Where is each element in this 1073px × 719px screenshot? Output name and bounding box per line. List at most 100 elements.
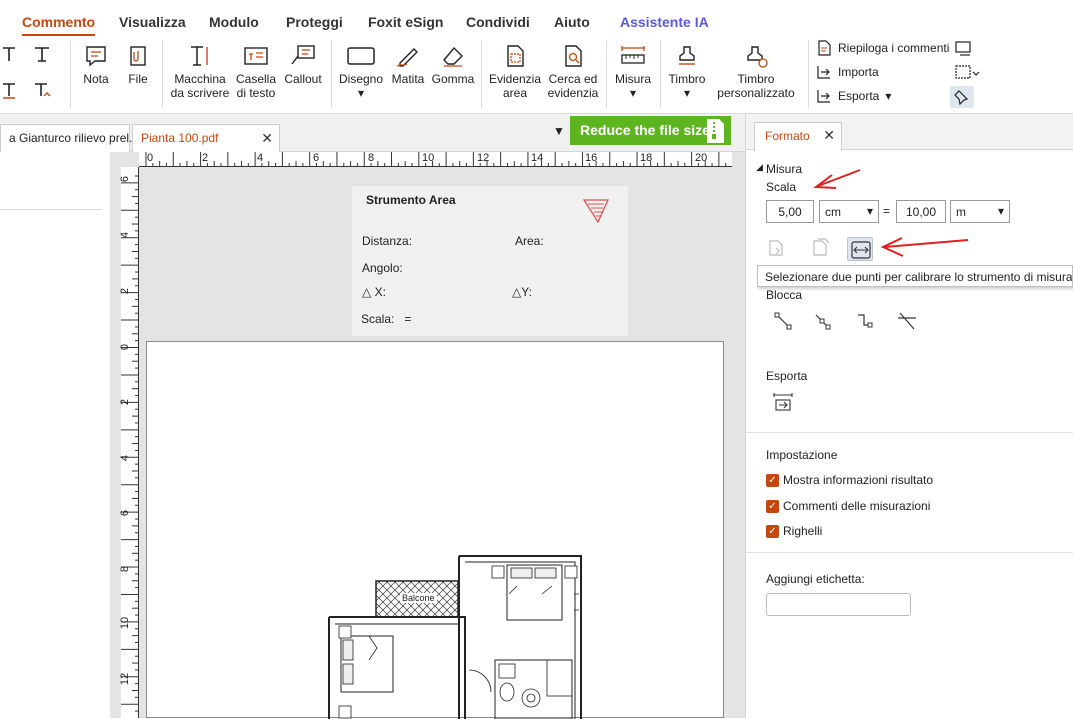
pencil-icon	[396, 48, 418, 67]
comment-panel-icon[interactable]	[954, 40, 972, 61]
pdf-page: Balcone	[146, 341, 724, 719]
callout-button[interactable]: Callout	[283, 44, 323, 86]
zip-file-icon	[707, 119, 724, 143]
tab-assistente-ia[interactable]: Assistente IA	[620, 14, 709, 30]
textbox-icon	[244, 47, 268, 65]
tabs-dropdown-icon[interactable]: ▼	[553, 124, 565, 138]
riepiloga-label: Riepiloga i commenti	[838, 41, 950, 55]
matita-button[interactable]: Matita	[390, 44, 426, 86]
comment-settings-icon[interactable]	[954, 64, 980, 85]
tab-condividi[interactable]: Condividi	[466, 14, 530, 30]
esporta-label: Esporta	[838, 89, 880, 103]
aggiungi-etichetta-label: Aggiungi etichetta:	[766, 572, 865, 586]
callout-label: Callout	[284, 72, 322, 86]
cerca-label-2: evidenzia	[547, 86, 599, 100]
gomma-label: Gomma	[431, 72, 475, 86]
tab-proteggi[interactable]: Proteggi	[286, 14, 343, 30]
scala-info-label: Scala: =	[361, 312, 412, 326]
format-panel-header: Formato ✕	[746, 114, 1073, 151]
disegno-button[interactable]: Disegno ▾	[337, 44, 385, 100]
disegno-dropdown-icon: ▾	[357, 86, 365, 100]
blocca-title: Blocca	[766, 288, 803, 302]
misura-button[interactable]: Misura ▾	[613, 44, 653, 100]
export-measure-icon[interactable]	[772, 392, 794, 415]
menu-tabs: Commento Visualizza Modulo Proteggi Foxi…	[0, 0, 1073, 36]
esporta-button[interactable]: Esporta ▾	[816, 88, 891, 104]
gomma-button[interactable]: Gomma	[432, 44, 474, 86]
timbro-pers-label-2: personalizzato	[717, 86, 795, 100]
mostra-informazioni-checkbox[interactable]: ✓ Mostra informazioni risultato	[766, 473, 934, 488]
riepiloga-commenti-button[interactable]: Riepiloga i commenti	[816, 40, 949, 56]
misura-dropdown-icon: ▾	[629, 86, 637, 100]
calibrate-scale-icon[interactable]	[847, 237, 873, 261]
cerca-ed-evidenzia-button[interactable]: Cerca ed evidenzia	[546, 44, 600, 100]
importa-label: Importa	[838, 65, 879, 79]
importa-button[interactable]: Importa	[816, 64, 879, 80]
page-scale-icon[interactable]	[766, 238, 786, 261]
ruler-tick-label: 2	[119, 398, 132, 406]
pin-icon[interactable]	[950, 86, 974, 108]
scale-left-unit-select[interactable]: cm	[819, 200, 879, 223]
commenti-misurazioni-checkbox[interactable]: ✓ Commenti delle misurazioni	[766, 499, 930, 514]
doc-tab-pianta[interactable]: Pianta 100.pdf ✕	[132, 124, 280, 152]
tab-aiuto[interactable]: Aiuto	[554, 14, 590, 30]
scale-left-input[interactable]: 5,00	[766, 200, 814, 223]
scale-right-input[interactable]: 10,00	[896, 200, 946, 223]
custom-stamp-icon	[747, 46, 768, 68]
tab-modulo[interactable]: Modulo	[209, 14, 259, 30]
tab-commento[interactable]: Commento	[22, 14, 96, 36]
snap-midpoint-icon[interactable]	[813, 312, 833, 335]
macchina-label-1: Macchina	[174, 72, 226, 86]
ruler-tick-label: 4	[119, 454, 132, 462]
nota-button[interactable]: Nota	[82, 44, 110, 86]
file-button[interactable]: File	[126, 44, 150, 86]
timbro-button[interactable]: Timbro ▾	[666, 44, 708, 100]
insert-text-icon[interactable]	[2, 82, 16, 103]
doc-tab-label: a Gianturco rilievo prel...	[9, 131, 140, 145]
scale-right-unit-select[interactable]: m	[950, 200, 1010, 223]
casella-label-1: Casella	[235, 72, 277, 86]
export-icon	[817, 90, 830, 103]
casella-di-testo-button[interactable]: Casella di testo	[234, 44, 278, 100]
close-icon[interactable]: ✕	[261, 130, 273, 147]
macchina-label-2: da scrivere	[170, 86, 230, 100]
esporta-title: Esporta	[766, 369, 808, 383]
close-icon[interactable]: ✕	[823, 127, 835, 144]
delta-x-label: △ X:	[362, 285, 386, 299]
measure-info-box: Strumento Area Distanza: Area: Angolo: △…	[352, 186, 628, 336]
callout-icon	[291, 45, 315, 65]
snap-intersection-icon[interactable]	[896, 312, 918, 335]
replace-text-icon[interactable]	[34, 46, 50, 65]
evidenzia-area-button[interactable]: Evidenzia area	[488, 44, 542, 100]
collapse-triangle-icon[interactable]: ◢	[756, 162, 763, 173]
ruler-tick-label: 12	[119, 672, 132, 686]
macchina-da-scrivere-button[interactable]: Macchina da scrivere	[170, 44, 230, 100]
text-tool-icon[interactable]	[2, 46, 16, 65]
snap-path-icon[interactable]	[855, 312, 875, 335]
note-icon	[86, 46, 106, 67]
horizontal-ruler: 0 2 4 6 8 10 12 14 16 18 20	[139, 152, 732, 167]
checkbox-checked-icon: ✓	[766, 474, 779, 488]
tab-foxit-esign[interactable]: Foxit eSign	[368, 14, 443, 30]
opt1-label: Mostra informazioni risultato	[783, 473, 934, 487]
angolo-label: Angolo:	[362, 261, 403, 275]
tab-visualizza[interactable]: Visualizza	[119, 14, 186, 30]
snap-endpoint-icon[interactable]	[774, 312, 794, 335]
scala-label: Scala	[766, 180, 797, 194]
ruler-tick-label: 2	[202, 152, 209, 164]
label-input[interactable]	[766, 593, 911, 616]
apply-all-pages-icon[interactable]	[810, 238, 832, 261]
vertical-ruler: 6 4 2 0 2 4 6 8 10 12	[119, 167, 139, 718]
righelli-checkbox[interactable]: ✓ Righelli	[766, 524, 822, 539]
strikeout-text-icon[interactable]	[34, 82, 52, 103]
misura-section-title: Misura	[766, 162, 803, 176]
matita-label: Matita	[391, 72, 425, 86]
doc-tab-gianturco[interactable]: a Gianturco rilievo prel...	[0, 124, 139, 152]
timbro-personalizzato-button[interactable]: Timbro personalizzato	[712, 44, 800, 100]
navigation-pane	[0, 152, 110, 718]
reduce-file-size-banner[interactable]: Reduce the file size	[570, 116, 731, 145]
misura-label: Misura	[614, 72, 651, 86]
ruler-tick-label: 12	[477, 152, 490, 164]
ruler-tick-label: 10	[422, 152, 435, 164]
tab-formato[interactable]: Formato ✕	[754, 122, 842, 151]
